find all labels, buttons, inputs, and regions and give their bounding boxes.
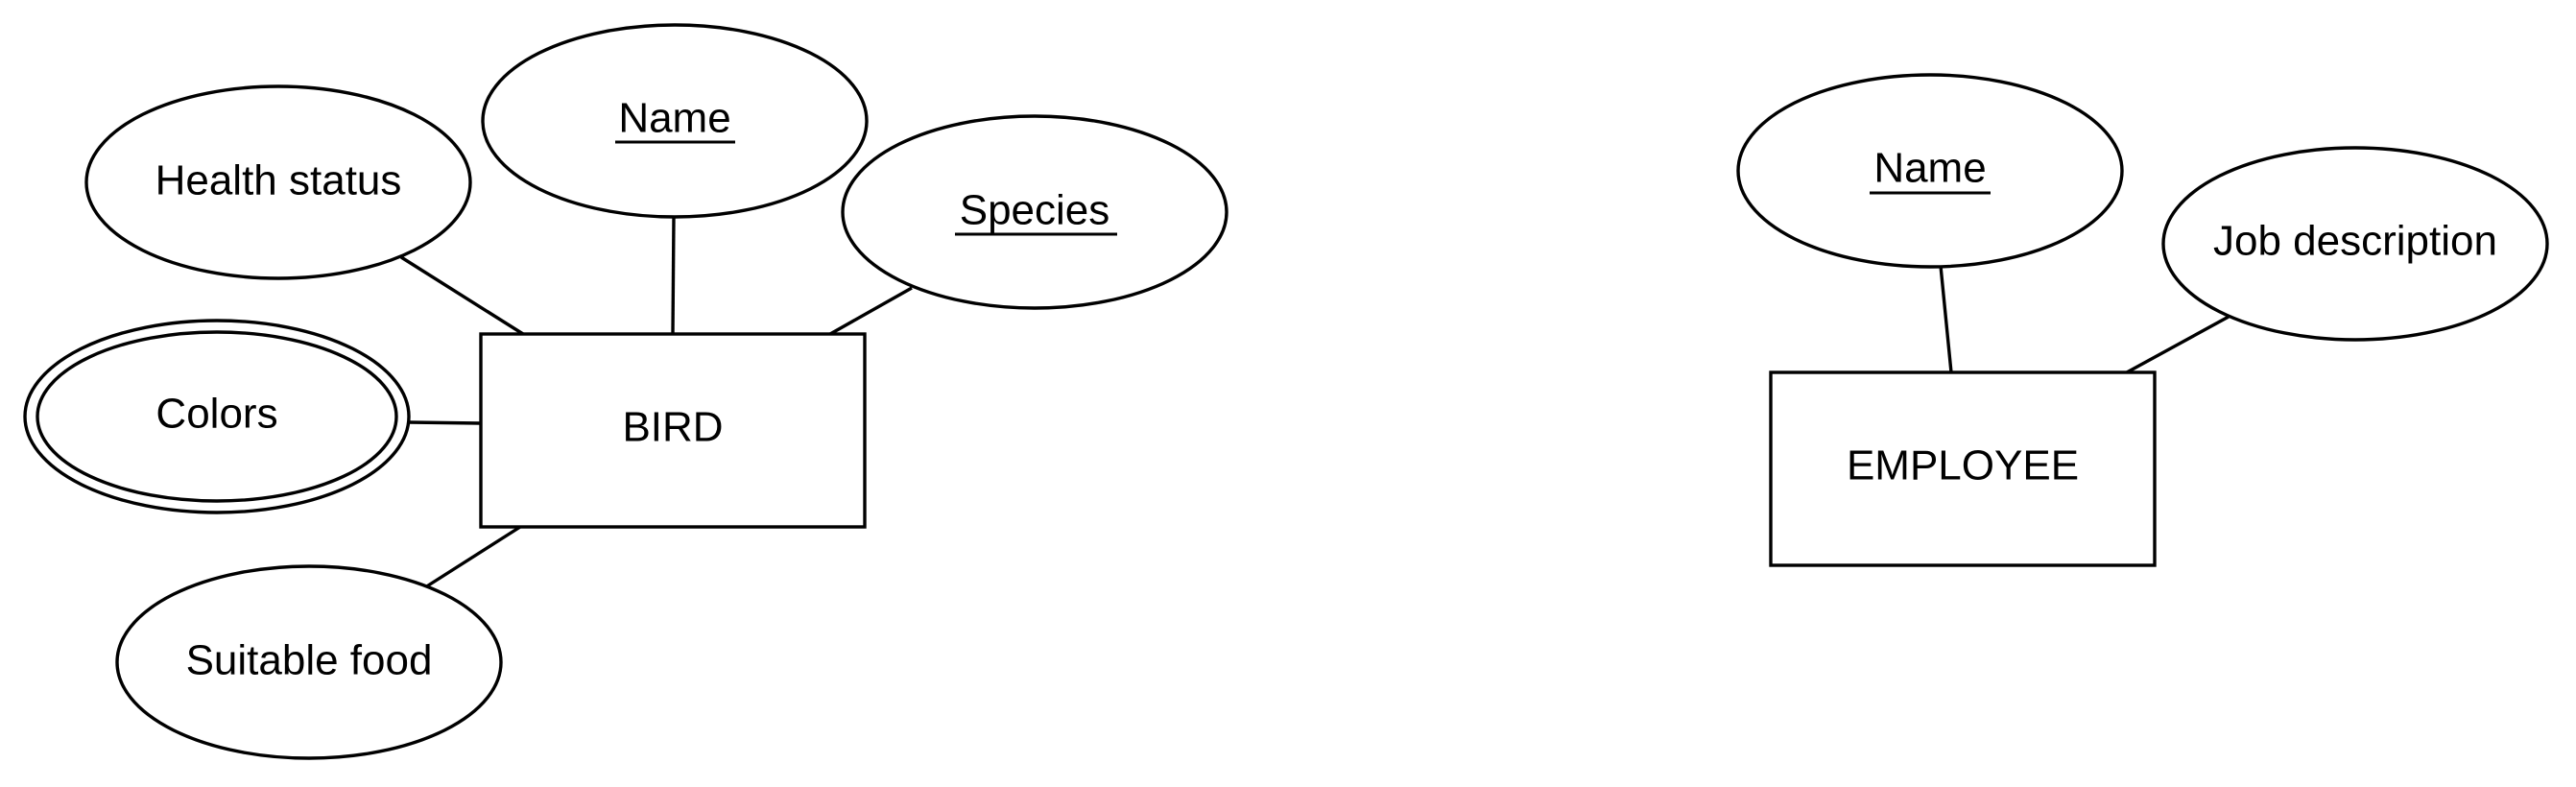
er-diagram: Health status Name Species Colors Suitab…: [23, 23, 2549, 760]
attribute-species: Species: [841, 114, 1228, 310]
link-employee-job-description: [2126, 315, 2230, 374]
attribute-name: Name: [481, 23, 869, 219]
attribute-label: Suitable food: [186, 637, 433, 684]
attribute-label: Health status: [155, 157, 402, 204]
attribute-label: Name: [618, 95, 730, 142]
attribute-suitable-food: Suitable food: [115, 564, 503, 760]
link-bird-colors: [408, 420, 482, 425]
attribute-colors: Colors: [23, 319, 411, 514]
attribute-health-status: Health status: [84, 84, 472, 280]
link-bird-species: [829, 286, 913, 336]
entity-group-bird: Health status Name Species Colors Suitab…: [23, 23, 1228, 760]
entity-employee: EMPLOYEE: [1769, 370, 2157, 567]
attribute-name: Name: [1736, 73, 2124, 269]
link-bird-health-status: [400, 255, 524, 336]
attribute-label: Colors: [155, 391, 277, 438]
entity-bird: BIRD: [479, 332, 867, 529]
link-bird-suitable-food: [424, 525, 521, 589]
entity-label: BIRD: [622, 404, 723, 451]
link-employee-name: [1939, 265, 1953, 373]
attribute-label: Name: [1873, 145, 1986, 192]
entity-group-employee: Name Job description EMPLOYEE: [1736, 73, 2549, 567]
attribute-label: Species: [960, 187, 1110, 234]
link-bird-name: [671, 216, 676, 335]
attribute-label: Job description: [2213, 218, 2497, 265]
entity-label: EMPLOYEE: [1847, 442, 2079, 489]
attribute-job-description: Job description: [2161, 146, 2549, 342]
